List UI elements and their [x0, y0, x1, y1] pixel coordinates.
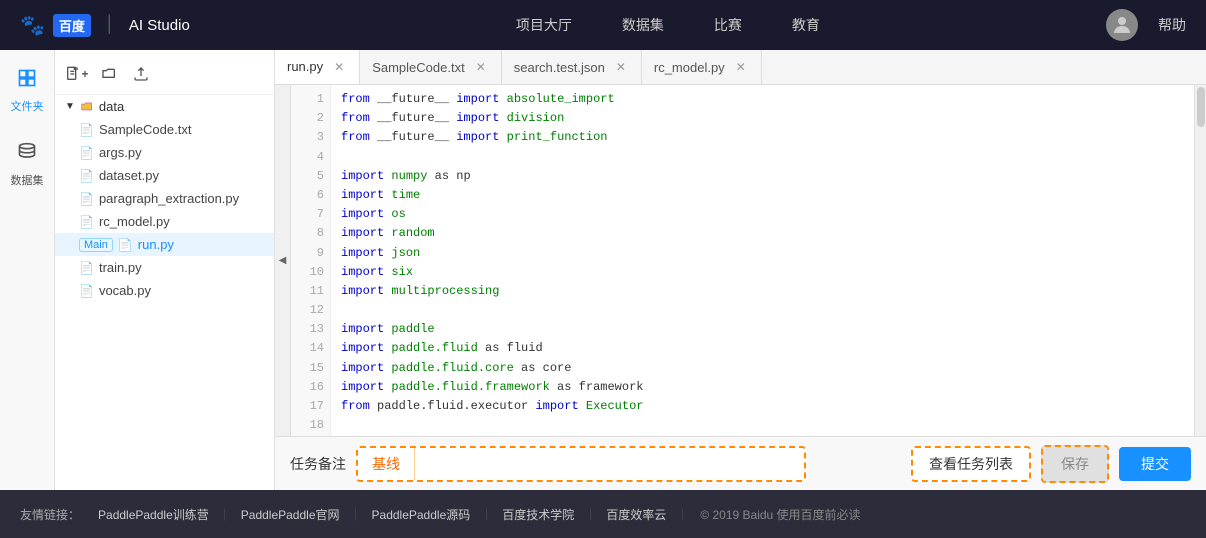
file-icon: 📄 — [79, 192, 94, 206]
file-icon: 📄 — [79, 284, 94, 298]
new-folder-btn[interactable] — [97, 62, 121, 86]
list-item[interactable]: 📄 args.py — [55, 141, 274, 164]
nav-education[interactable]: 教育 — [792, 10, 820, 40]
file-name: run.py — [138, 237, 174, 252]
logo-baidu: 百度 — [53, 14, 91, 37]
file-icon: 📄 — [79, 169, 94, 183]
nav-logo: 🐾 百度 │ AI Studio — [20, 13, 190, 38]
collapse-btn[interactable]: ◀ — [275, 85, 291, 436]
list-item[interactable]: 📄 SampleCode.txt — [55, 118, 274, 141]
upload-btn[interactable] — [129, 62, 153, 86]
list-item[interactable]: 📄 dataset.py — [55, 164, 274, 187]
nav-datasets[interactable]: 数据集 — [622, 10, 664, 40]
sidebar-icons: 文件夹 数据集 — [0, 50, 55, 490]
list-item[interactable]: 📄 paragraph_extraction.py — [55, 187, 274, 210]
logo-studio: AI Studio — [129, 17, 190, 34]
footer: 友情链接： PaddlePaddle训练营 ｜ PaddlePaddle官网 ｜… — [0, 490, 1206, 538]
file-name: dataset.py — [99, 168, 159, 183]
nav-help[interactable]: 帮助 — [1158, 15, 1186, 35]
line-numbers: 1234 5678 9101112 13141516 17181920 2122… — [291, 85, 331, 436]
tab-close-btn[interactable]: ✕ — [473, 59, 489, 75]
file-icon: 📄 — [79, 215, 94, 229]
list-item[interactable]: 📄 train.py — [55, 256, 274, 279]
footer-label: 友情链接： — [20, 506, 80, 523]
list-item[interactable]: 📄 vocab.py — [55, 279, 274, 302]
footer-link-paddlesrc[interactable]: PaddlePaddle源码 — [372, 506, 471, 523]
tab-label: rc_model.py — [654, 60, 725, 75]
dataset-icon-label: 数据集 — [11, 172, 44, 188]
tab-close-btn[interactable]: ✕ — [331, 59, 347, 75]
file-name: paragraph_extraction.py — [99, 191, 239, 206]
file-tree-toolbar: + — [55, 58, 274, 95]
view-tasks-btn[interactable]: 查看任务列表 — [911, 446, 1031, 482]
file-name: vocab.py — [99, 283, 151, 298]
task-bar: 任务备注 基线 查看任务列表 保存 提交 — [275, 436, 1206, 490]
tab-close-btn[interactable]: ✕ — [613, 59, 629, 75]
footer-link-baidutec[interactable]: 百度技术学院 — [502, 506, 574, 523]
code-editor: ◀ 1234 5678 9101112 13141516 17181920 21… — [275, 85, 1206, 436]
baidu-bear-icon: 🐾 — [20, 13, 45, 38]
code-content[interactable]: from __future__ import absolute_import f… — [331, 85, 1194, 436]
nav-right: 帮助 — [1106, 9, 1186, 41]
file-icon: 📄 — [79, 261, 94, 275]
list-item[interactable]: 📄 rc_model.py — [55, 210, 274, 233]
footer-copyright: © 2019 Baidu 使用百度前必读 — [700, 506, 860, 523]
sidebar-dataset-btn[interactable] — [9, 134, 45, 170]
task-label: 任务备注 — [290, 454, 346, 474]
nav-items: 项目大厅 数据集 比赛 教育 — [230, 10, 1106, 40]
sidebar-files-btn[interactable] — [9, 60, 45, 96]
task-right: 查看任务列表 保存 提交 — [911, 445, 1191, 483]
tab-search-test[interactable]: search.test.json ✕ — [502, 50, 642, 85]
files-icon-label: 文件夹 — [11, 98, 44, 114]
tab-label: run.py — [287, 59, 323, 74]
footer-link-baiducloud[interactable]: 百度效率云 — [606, 506, 666, 523]
footer-link-paddleweb[interactable]: PaddlePaddle官网 — [241, 506, 340, 523]
file-name: args.py — [99, 145, 142, 160]
new-file-btn[interactable]: + — [65, 62, 89, 86]
file-icon: 📄 — [79, 123, 94, 137]
tab-label: SampleCode.txt — [372, 60, 465, 75]
baseline-tab[interactable]: 基线 — [358, 448, 415, 480]
task-input-wrap: 基线 — [356, 446, 806, 482]
tab-label: search.test.json — [514, 60, 605, 75]
task-input[interactable] — [415, 450, 804, 478]
scrollbar-thumb[interactable] — [1197, 87, 1205, 127]
file-icon: 📄 — [118, 238, 133, 252]
tab-rc-model[interactable]: rc_model.py ✕ — [642, 50, 762, 85]
file-icon: 📄 — [79, 146, 94, 160]
file-tree: + ▼ data 📄 SampleCode.txt 📄 args.py 📄 da… — [55, 50, 275, 490]
editor-area: run.py ✕ SampleCode.txt ✕ search.test.js… — [275, 50, 1206, 490]
root-folder[interactable]: ▼ data — [55, 95, 274, 118]
main-badge: Main — [79, 238, 113, 252]
avatar[interactable] — [1106, 9, 1138, 41]
nav-projects[interactable]: 项目大厅 — [516, 10, 572, 40]
editor-tabs: run.py ✕ SampleCode.txt ✕ search.test.js… — [275, 50, 1206, 85]
root-folder-name: data — [99, 99, 124, 114]
tab-samplecode[interactable]: SampleCode.txt ✕ — [360, 50, 502, 85]
top-nav: 🐾 百度 │ AI Studio 项目大厅 数据集 比赛 教育 帮助 — [0, 0, 1206, 50]
save-btn[interactable]: 保存 — [1041, 445, 1109, 483]
logo-divider: │ — [105, 16, 115, 34]
tab-close-btn[interactable]: ✕ — [733, 59, 749, 75]
tab-run-py[interactable]: run.py ✕ — [275, 50, 360, 85]
file-name: rc_model.py — [99, 214, 170, 229]
file-name: train.py — [99, 260, 142, 275]
file-name: SampleCode.txt — [99, 122, 192, 137]
folder-arrow-icon: ▼ — [65, 101, 75, 112]
list-item[interactable]: Main 📄 run.py — [55, 233, 274, 256]
main-container: 文件夹 数据集 + ▼ data 📄 SampleCode. — [0, 50, 1206, 490]
submit-btn[interactable]: 提交 — [1119, 447, 1191, 481]
footer-link-paddlecamp[interactable]: PaddlePaddle训练营 — [98, 506, 209, 523]
nav-competitions[interactable]: 比赛 — [714, 10, 742, 40]
code-scrollbar[interactable] — [1194, 85, 1206, 436]
